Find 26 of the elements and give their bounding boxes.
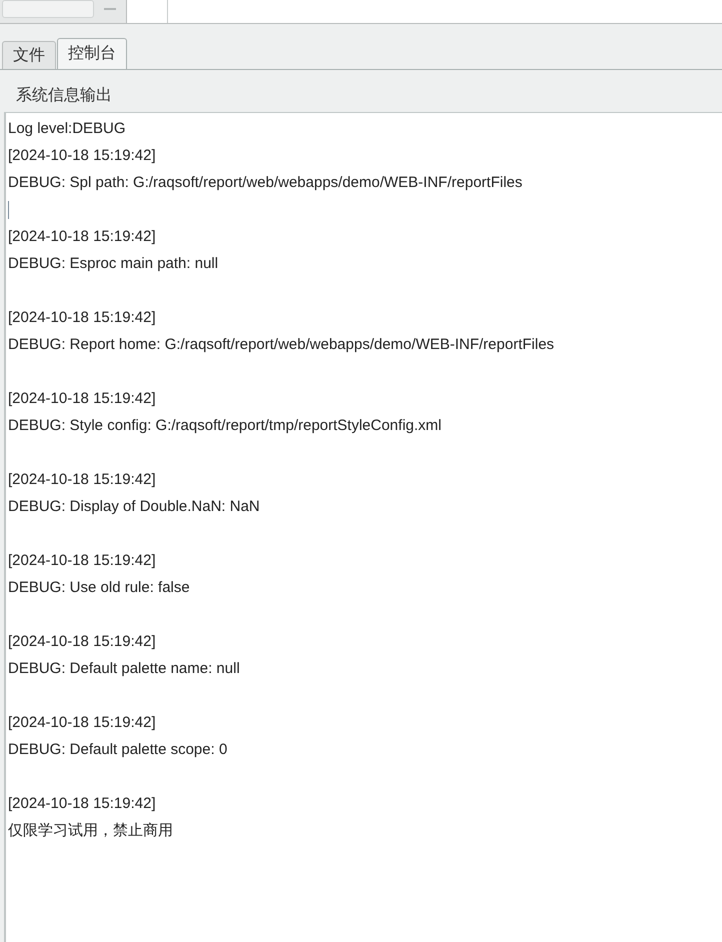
log-message: DEBUG: Default palette scope: 0 xyxy=(8,740,228,760)
log-timestamp: [2024-10-18 15:19:42] xyxy=(8,551,156,571)
tab[interactable]: 文件 xyxy=(2,41,56,69)
log-timestamp: [2024-10-18 15:19:42] xyxy=(8,389,156,409)
panel-title: 系统信息输出 xyxy=(15,86,113,106)
log-message: DEBUG: Report home: G:/raqsoft/report/web/webapps/demo/WEB-INF/reportFiles xyxy=(8,335,554,355)
log-message: 仅限学习试用，禁止商用 xyxy=(8,821,173,841)
tab[interactable]: 控制台 xyxy=(57,38,127,69)
log-message: DEBUG: Display of Double.NaN: NaN xyxy=(8,497,260,517)
log-timestamp: [2024-10-18 15:19:42] xyxy=(8,146,156,166)
formula-field[interactable] xyxy=(126,0,722,23)
log-timestamp: [2024-10-18 15:19:42] xyxy=(8,713,156,733)
log-level-text: Log level:DEBUG xyxy=(8,119,126,139)
log-timestamp: [2024-10-18 15:19:42] xyxy=(8,308,156,328)
log-message: DEBUG: Esproc main path: null xyxy=(8,254,218,274)
log-timestamp: [2024-10-18 15:19:42] xyxy=(8,227,156,247)
text-cursor xyxy=(8,200,9,218)
log-timestamp: [2024-10-18 15:19:42] xyxy=(8,632,156,652)
log-timestamp: [2024-10-18 15:19:42] xyxy=(8,794,156,814)
log-message: DEBUG: Style config: G:/raqsoft/report/tmp/reportStyleConfig.xml xyxy=(8,416,442,436)
log-message: DEBUG: Use old rule: false xyxy=(8,578,190,598)
log-timestamp: [2024-10-18 15:19:42] xyxy=(8,470,156,490)
dash-icon xyxy=(104,8,116,10)
toolbar-field[interactable] xyxy=(2,0,94,18)
log-message: DEBUG: Default palette name: null xyxy=(8,659,240,679)
log-message: DEBUG: Spl path: G:/raqsoft/report/web/webapps/demo/WEB-INF/reportFiles xyxy=(8,173,522,193)
